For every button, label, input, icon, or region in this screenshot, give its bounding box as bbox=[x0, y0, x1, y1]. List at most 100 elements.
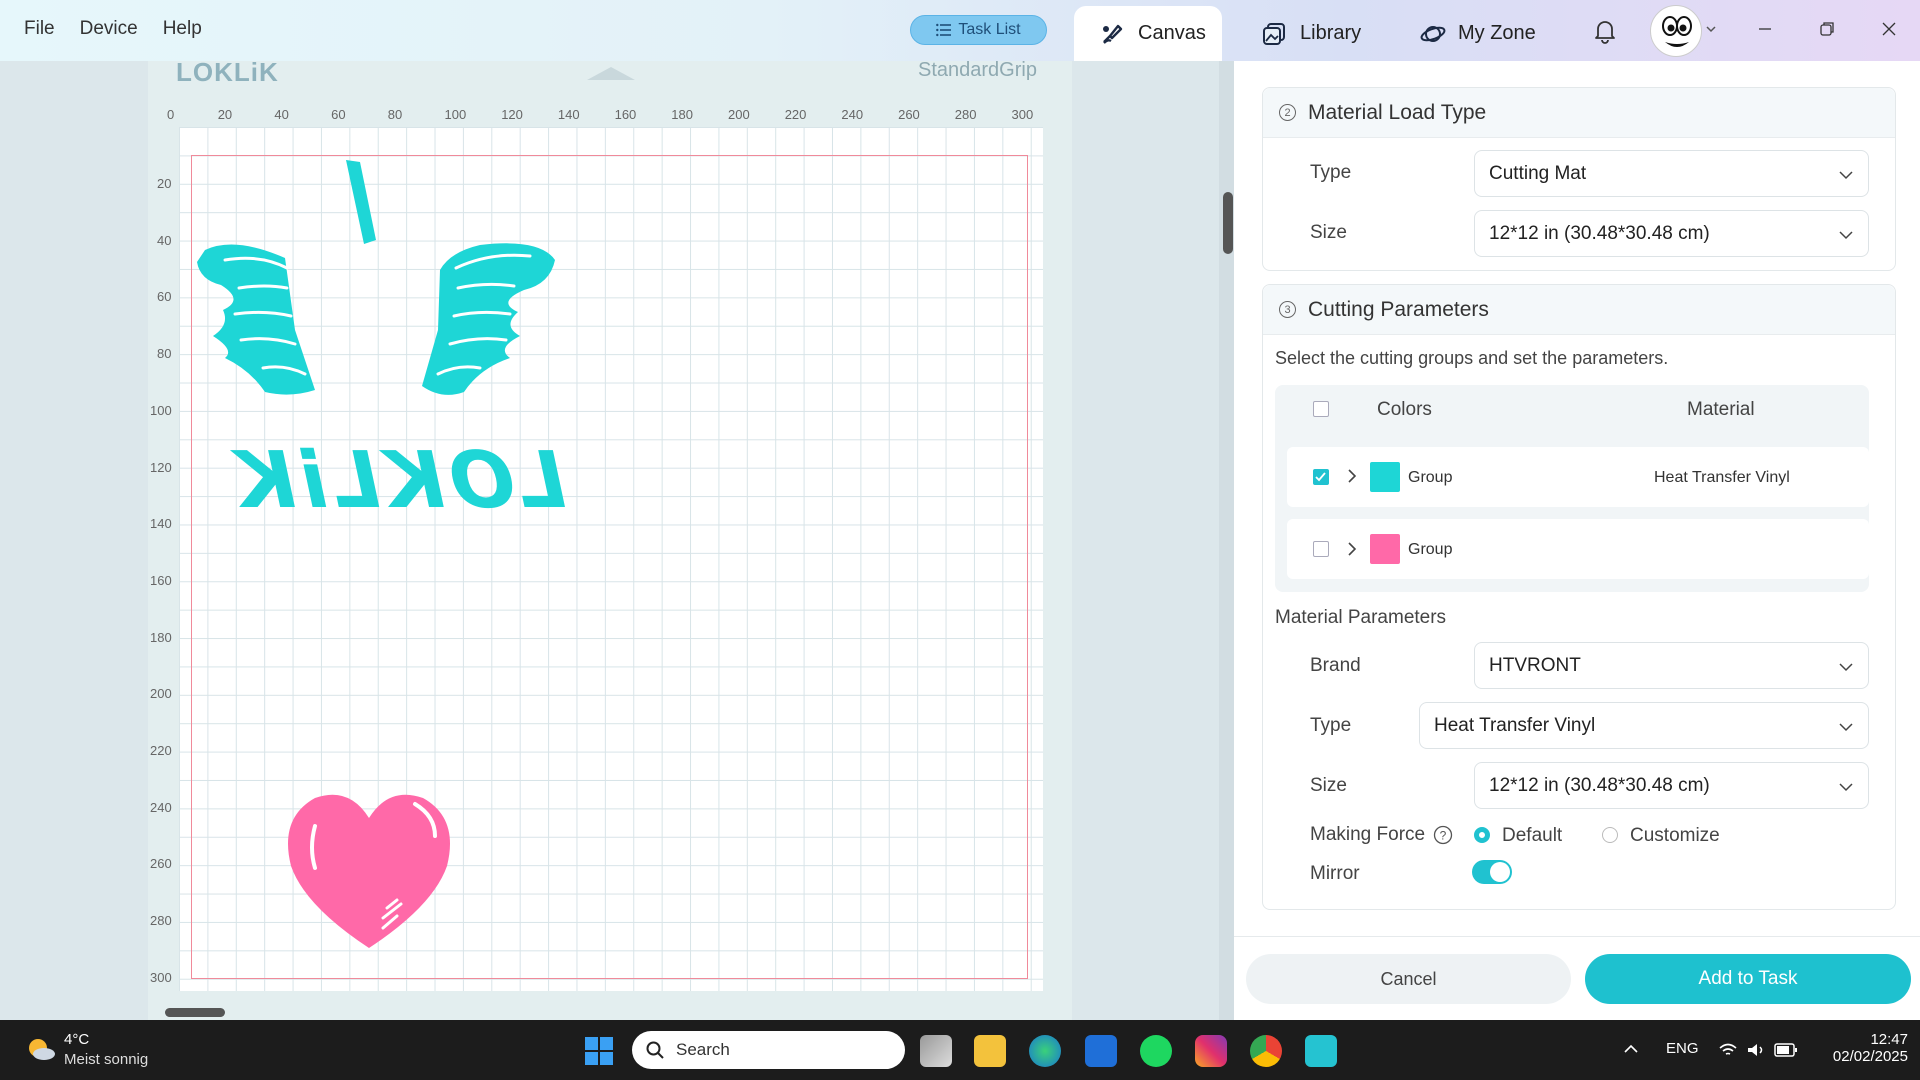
chrome-icon[interactable] bbox=[1250, 1035, 1282, 1067]
ruler-tick-label: 140 bbox=[150, 516, 172, 532]
help-icon[interactable]: ? bbox=[1433, 825, 1453, 845]
ruler-tick-label: 100 bbox=[150, 402, 172, 418]
design-mirrored-text[interactable]: LOKLiK bbox=[222, 436, 576, 526]
chevron-down-icon bbox=[1839, 171, 1853, 180]
list-icon bbox=[936, 23, 952, 37]
load-type-select[interactable]: Cutting Mat bbox=[1474, 150, 1869, 197]
close-icon bbox=[1882, 22, 1896, 36]
group-checkbox[interactable] bbox=[1313, 469, 1329, 485]
ruler-tick-label: 20 bbox=[217, 107, 233, 122]
ruler-tick-label: 80 bbox=[387, 107, 403, 122]
ruler-tick-label: 80 bbox=[157, 346, 172, 362]
tab-library[interactable]: Library bbox=[1262, 6, 1361, 61]
toggle-knob bbox=[1490, 862, 1510, 882]
ruler-tick-label: 60 bbox=[331, 107, 346, 122]
loklik-app-icon[interactable] bbox=[1305, 1035, 1337, 1067]
language-indicator[interactable]: ENG bbox=[1666, 1040, 1699, 1057]
terminal-app-icon[interactable] bbox=[1085, 1035, 1117, 1067]
chevron-down-icon bbox=[1839, 723, 1853, 732]
edge-icon[interactable] bbox=[1029, 1035, 1061, 1067]
tab-canvas[interactable]: Canvas bbox=[1074, 6, 1222, 61]
chevron-down-icon bbox=[1839, 663, 1853, 672]
weather-sun-cloud-icon[interactable] bbox=[26, 1036, 56, 1062]
col-material: Material bbox=[1687, 399, 1755, 420]
ruler-tick-label: 200 bbox=[728, 107, 750, 122]
battery-icon[interactable] bbox=[1774, 1043, 1798, 1057]
volume-icon[interactable] bbox=[1746, 1042, 1766, 1058]
ruler-tick-label: 280 bbox=[954, 107, 977, 122]
windows-start-icon[interactable] bbox=[584, 1036, 614, 1066]
ruler-tick-label: 260 bbox=[898, 107, 920, 122]
ruler-tick-label: 140 bbox=[557, 107, 580, 122]
cutting-parameters-title: Cutting Parameters bbox=[1308, 297, 1489, 321]
ruler-tick-label: 240 bbox=[150, 799, 172, 815]
instagram-icon[interactable] bbox=[1195, 1035, 1227, 1067]
mirror-label: Mirror bbox=[1310, 863, 1360, 884]
add-to-task-button[interactable]: Add to Task bbox=[1585, 954, 1911, 1004]
design-right-wing[interactable] bbox=[420, 240, 565, 400]
menu-help[interactable]: Help bbox=[163, 18, 202, 40]
material-type-select[interactable]: Heat Transfer Vinyl bbox=[1419, 702, 1869, 749]
design-heart[interactable] bbox=[285, 788, 453, 953]
select-all-checkbox[interactable] bbox=[1313, 401, 1329, 417]
material-load-title: Material Load Type bbox=[1308, 100, 1487, 124]
restore-button[interactable] bbox=[1814, 16, 1840, 42]
force-customize-label: Customize bbox=[1630, 825, 1720, 846]
material-load-header: 2 Material Load Type bbox=[1263, 88, 1895, 138]
wifi-icon[interactable] bbox=[1718, 1042, 1738, 1058]
design-tick-shape[interactable] bbox=[340, 158, 380, 248]
brand-select[interactable]: HTVRONT bbox=[1474, 642, 1869, 689]
canvas-horizontal-scrollbar[interactable] bbox=[165, 1008, 225, 1017]
canvas-vertical-scrollbar[interactable] bbox=[1223, 192, 1233, 254]
chevron-right-icon[interactable] bbox=[1344, 541, 1360, 557]
task-list-label: Task List bbox=[958, 21, 1021, 38]
brand-value: HTVRONT bbox=[1489, 654, 1581, 676]
my-zone-icon bbox=[1420, 25, 1446, 42]
panel-divider bbox=[1234, 936, 1920, 937]
restore-icon bbox=[1820, 22, 1834, 36]
file-explorer-icon[interactable] bbox=[974, 1035, 1006, 1067]
chevron-right-icon[interactable] bbox=[1344, 468, 1360, 484]
close-button[interactable] bbox=[1876, 16, 1902, 42]
tab-my-zone[interactable]: My Zone bbox=[1420, 6, 1536, 61]
avatar-face-icon bbox=[1662, 16, 1692, 47]
cancel-button[interactable]: Cancel bbox=[1246, 954, 1571, 1004]
load-type-value: Cutting Mat bbox=[1489, 162, 1587, 184]
ruler-tick-label: 260 bbox=[150, 856, 172, 872]
material-size-label: Size bbox=[1310, 775, 1347, 796]
force-customize-radio[interactable] bbox=[1602, 827, 1618, 843]
task-view-icon[interactable] bbox=[920, 1035, 952, 1067]
taskbar-search[interactable]: Search bbox=[632, 1031, 905, 1069]
clock[interactable]: 12:47 02/02/2025 bbox=[1816, 1031, 1908, 1065]
force-default-radio[interactable] bbox=[1474, 827, 1490, 843]
chevron-down-icon bbox=[1839, 231, 1853, 240]
material-type-label: Type bbox=[1310, 715, 1352, 736]
menu-file[interactable]: File bbox=[24, 18, 55, 40]
avatar[interactable] bbox=[1650, 5, 1702, 57]
load-type-label: Type bbox=[1310, 162, 1352, 183]
weather-temperature[interactable]: 4°C bbox=[64, 1031, 89, 1048]
ruler-tick-label: 60 bbox=[157, 289, 172, 305]
minimize-button[interactable] bbox=[1752, 16, 1778, 42]
svg-text:?: ? bbox=[1440, 829, 1447, 843]
clock-time: 12:47 bbox=[1870, 1031, 1908, 1048]
mirror-toggle[interactable] bbox=[1472, 860, 1512, 884]
task-list-button[interactable]: Task List bbox=[910, 15, 1047, 45]
clock-date: 02/02/2025 bbox=[1832, 1048, 1908, 1065]
load-size-select[interactable]: 12*12 in (30.48*30.48 cm) bbox=[1474, 210, 1869, 257]
menu-device[interactable]: Device bbox=[80, 18, 138, 40]
chevron-up-icon[interactable] bbox=[1624, 1044, 1638, 1054]
brand-label: Brand bbox=[1310, 655, 1361, 676]
spotify-icon[interactable] bbox=[1140, 1035, 1172, 1067]
step-number: 2 bbox=[1279, 104, 1296, 121]
chevron-down-icon bbox=[1839, 783, 1853, 792]
bell-icon[interactable] bbox=[1592, 18, 1618, 44]
load-size-value: 12*12 in (30.48*30.48 cm) bbox=[1489, 222, 1710, 244]
material-size-select[interactable]: 12*12 in (30.48*30.48 cm) bbox=[1474, 762, 1869, 809]
group-name: Group bbox=[1408, 541, 1453, 558]
design-left-wing[interactable] bbox=[195, 240, 320, 400]
library-icon bbox=[1263, 22, 1285, 45]
chevron-down-icon[interactable] bbox=[1704, 22, 1718, 36]
weather-description[interactable]: Meist sonnig bbox=[64, 1051, 148, 1068]
group-checkbox[interactable] bbox=[1313, 541, 1329, 557]
